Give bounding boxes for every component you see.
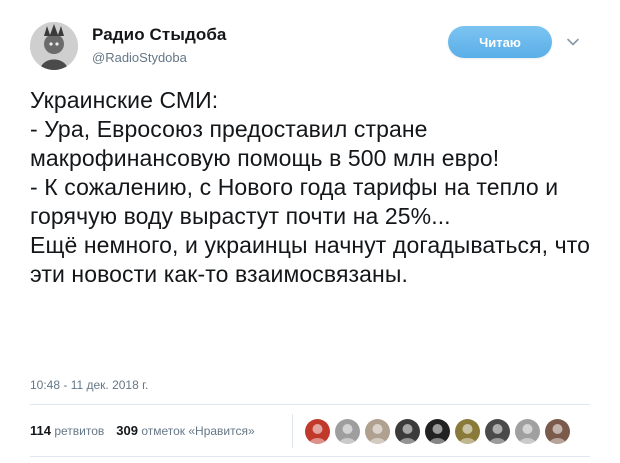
likes-label: отметок «Нравится» (141, 424, 255, 438)
liker-avatar-8-icon[interactable] (514, 418, 541, 445)
chevron-down-icon[interactable] (566, 35, 580, 49)
tweet-stats: 114 ретвитов 309 отметок «Нравится» (30, 423, 255, 438)
tweet-timestamp[interactable]: 10:48 - 11 дек. 2018 г. (30, 378, 148, 392)
likes-count: 309 (116, 423, 138, 438)
author-avatar[interactable] (30, 22, 78, 70)
bottom-divider (30, 456, 590, 457)
tweet-text: Украинские СМИ: - Ура, Евросоюз предоста… (30, 87, 591, 287)
retweets-label: ретвитов (54, 424, 105, 438)
likers-avatars (304, 418, 571, 445)
follow-button[interactable]: Читаю (448, 26, 552, 58)
statue-avatar-icon (30, 22, 78, 70)
author-handle[interactable]: @RadioStydoba (92, 50, 187, 65)
retweets-stat[interactable]: 114 ретвитов (30, 423, 105, 438)
liker-avatar-6-icon[interactable] (454, 418, 481, 445)
liker-avatar-5-icon[interactable] (424, 418, 451, 445)
liker-avatar-7-icon[interactable] (484, 418, 511, 445)
stats-separator (292, 414, 293, 448)
tweet-card: Радио Стыдоба @RadioStydoba Читаю Украин… (0, 0, 620, 463)
retweets-count: 114 (30, 423, 51, 438)
liker-avatar-9-icon[interactable] (544, 418, 571, 445)
liker-avatar-3-icon[interactable] (364, 418, 391, 445)
author-display-name[interactable]: Радио Стыдоба (92, 25, 226, 45)
likes-stat[interactable]: 309 отметок «Нравится» (116, 423, 255, 438)
liker-avatar-2-icon[interactable] (334, 418, 361, 445)
divider (30, 404, 590, 405)
liker-avatar-1-icon[interactable] (304, 418, 331, 445)
liker-avatar-4-icon[interactable] (394, 418, 421, 445)
